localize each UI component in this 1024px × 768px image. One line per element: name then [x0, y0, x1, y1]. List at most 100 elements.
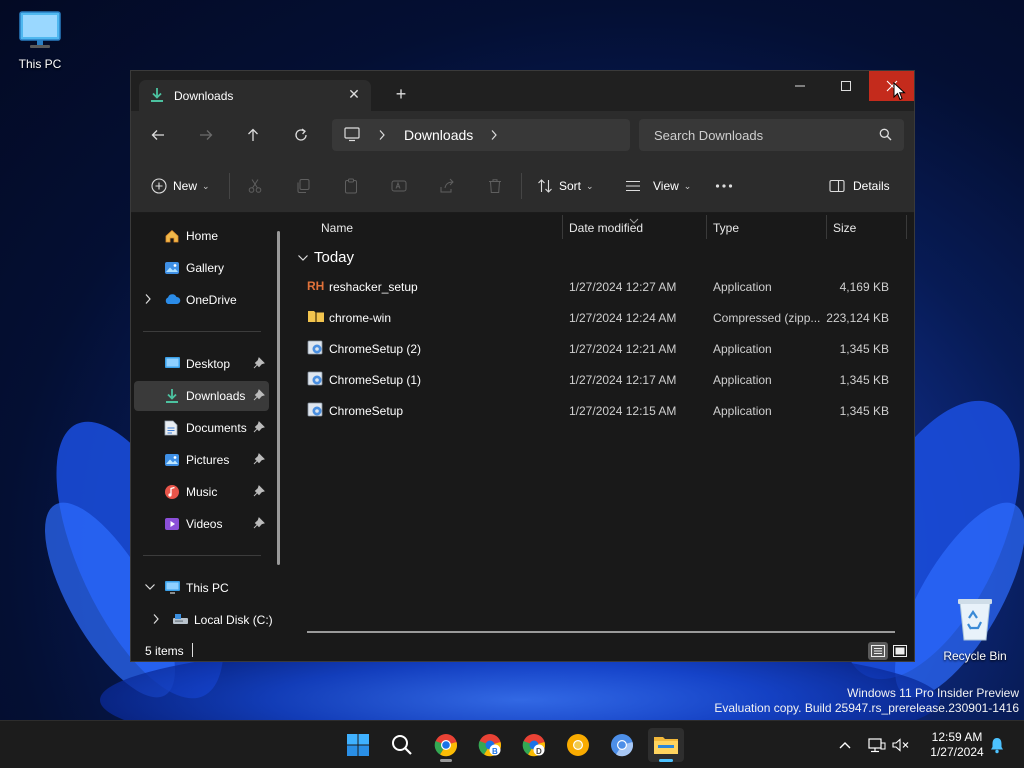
taskbar-file-explorer[interactable] [648, 728, 684, 762]
column-header-name[interactable]: Name [321, 221, 353, 247]
copy-button[interactable] [295, 175, 311, 197]
chevron-right-icon[interactable] [152, 613, 160, 628]
paste-button[interactable] [343, 175, 359, 197]
taskbar: B D 12:59 AM 1/27/2024 [0, 720, 1024, 768]
desktop-icon-recycle-bin[interactable]: Recycle Bin [935, 596, 1015, 663]
chevron-right-icon[interactable] [144, 293, 152, 308]
table-row[interactable]: chrome-win 1/27/2024 12:24 AM Compressed… [301, 302, 901, 333]
cut-button[interactable] [247, 175, 263, 197]
close-window-button[interactable] [869, 71, 914, 101]
show-hidden-icons-button[interactable] [834, 735, 856, 755]
sidebar-item-videos[interactable]: Videos [134, 509, 269, 539]
chevron-right-icon[interactable] [378, 129, 386, 144]
rename-button[interactable] [391, 175, 407, 197]
column-divider[interactable] [906, 215, 907, 239]
sidebar-item-this-pc[interactable]: This PC [134, 573, 269, 603]
column-divider[interactable] [562, 215, 563, 239]
pin-icon[interactable] [253, 517, 265, 532]
minimize-button[interactable] [777, 71, 823, 101]
pin-icon[interactable] [253, 421, 265, 436]
maximize-button[interactable] [823, 71, 869, 101]
command-bar: New ⌄ Sort ⌄ View ⌄ Details [131, 159, 914, 213]
back-button[interactable] [147, 124, 169, 146]
new-label: New [173, 179, 198, 193]
watermark-line-2: Evaluation copy. Build 25947.rs_prerelea… [714, 701, 1019, 715]
volume-button[interactable] [890, 735, 912, 755]
column-header-type[interactable]: Type [713, 221, 739, 247]
file-size: 1,345 KB [839, 342, 889, 356]
file-date: 1/27/2024 12:24 AM [569, 311, 677, 325]
taskbar-chrome-beta[interactable]: B [472, 728, 508, 762]
search-box[interactable]: Search Downloads [639, 119, 904, 151]
sidebar-item-home[interactable]: Home [134, 221, 269, 251]
up-button[interactable] [242, 124, 264, 146]
share-button[interactable] [439, 175, 455, 197]
desktop-icon-this-pc[interactable]: This PC [0, 10, 80, 71]
taskbar-search-button[interactable] [384, 728, 420, 762]
horizontal-scrollbar[interactable] [307, 631, 895, 633]
pin-icon[interactable] [253, 357, 265, 372]
pin-icon[interactable] [253, 389, 265, 404]
chevron-down-icon[interactable] [144, 581, 156, 596]
column-divider[interactable] [826, 215, 827, 239]
new-button[interactable]: New ⌄ [151, 175, 210, 197]
sidebar-item-documents[interactable]: Documents [134, 413, 269, 443]
pin-icon[interactable] [253, 453, 265, 468]
chevron-down-icon: ⌄ [683, 180, 692, 191]
start-button[interactable] [340, 728, 376, 762]
pin-icon[interactable] [253, 485, 265, 500]
taskbar-chrome-canary[interactable] [560, 728, 596, 762]
table-row[interactable]: ChromeSetup (2) 1/27/2024 12:21 AM Appli… [301, 333, 901, 364]
arrow-up-icon [248, 128, 258, 141]
table-row[interactable]: RH reshacker_setup 1/27/2024 12:27 AM Ap… [301, 271, 901, 302]
sidebar-item-music[interactable]: Music [134, 477, 269, 507]
details-view-button[interactable] [868, 642, 888, 660]
chevron-right-icon[interactable] [490, 129, 498, 144]
taskbar-chromium[interactable] [604, 728, 640, 762]
table-row[interactable]: ChromeSetup (1) 1/27/2024 12:17 AM Appli… [301, 364, 901, 395]
file-date: 1/27/2024 12:15 AM [569, 404, 677, 418]
installer-icon [307, 402, 325, 421]
tiles-view-button[interactable] [890, 642, 910, 660]
sidebar-item-onedrive[interactable]: OneDrive [134, 285, 269, 315]
more-options-button[interactable] [715, 175, 733, 197]
system-clock[interactable]: 12:59 AM 1/27/2024 [917, 730, 997, 760]
monitor-icon [344, 127, 360, 145]
taskbar-chrome[interactable] [428, 728, 464, 762]
chrome-canary-icon [567, 734, 589, 756]
watermark-line-1: Windows 11 Pro Insider Preview [847, 686, 1019, 700]
refresh-button[interactable] [290, 124, 312, 146]
view-button[interactable]: View ⌄ [625, 175, 691, 197]
notifications-button[interactable] [986, 735, 1008, 755]
address-bar[interactable]: Downloads [332, 119, 630, 151]
tab-downloads[interactable]: Downloads ✕ [139, 80, 371, 111]
search-input[interactable]: Search Downloads [654, 128, 763, 143]
group-header-today[interactable]: Today [297, 249, 354, 266]
sidebar-item-local-disk[interactable]: Local Disk (C:) [134, 605, 273, 635]
sidebar-item-label: Pictures [186, 453, 230, 467]
close-tab-button[interactable]: ✕ [345, 86, 363, 104]
taskbar-chrome-dev[interactable]: D [516, 728, 552, 762]
maximize-icon [841, 81, 851, 91]
sidebar-item-gallery[interactable]: Gallery [134, 253, 269, 283]
forward-button[interactable] [195, 124, 217, 146]
sidebar-item-desktop[interactable]: Desktop [134, 349, 269, 379]
new-tab-button[interactable]: + [389, 84, 413, 104]
sidebar-scrollbar[interactable] [277, 231, 280, 565]
column-divider[interactable] [706, 215, 707, 239]
cloud-icon [164, 292, 181, 309]
network-status-button[interactable] [866, 735, 888, 755]
scissors-icon [248, 179, 262, 193]
running-indicator [440, 759, 452, 762]
sidebar-item-downloads[interactable]: Downloads [134, 381, 269, 411]
divider [229, 173, 230, 199]
sidebar-item-pictures[interactable]: Pictures [134, 445, 269, 475]
column-header-size[interactable]: Size [833, 221, 856, 247]
table-row[interactable]: ChromeSetup 1/27/2024 12:15 AM Applicati… [301, 395, 901, 426]
details-pane-button[interactable]: Details [829, 175, 890, 197]
monitor-icon [0, 10, 80, 53]
breadcrumb-downloads[interactable]: Downloads [404, 127, 473, 143]
sort-button[interactable]: Sort ⌄ [537, 175, 594, 197]
delete-button[interactable] [487, 175, 503, 197]
status-divider [192, 643, 193, 657]
